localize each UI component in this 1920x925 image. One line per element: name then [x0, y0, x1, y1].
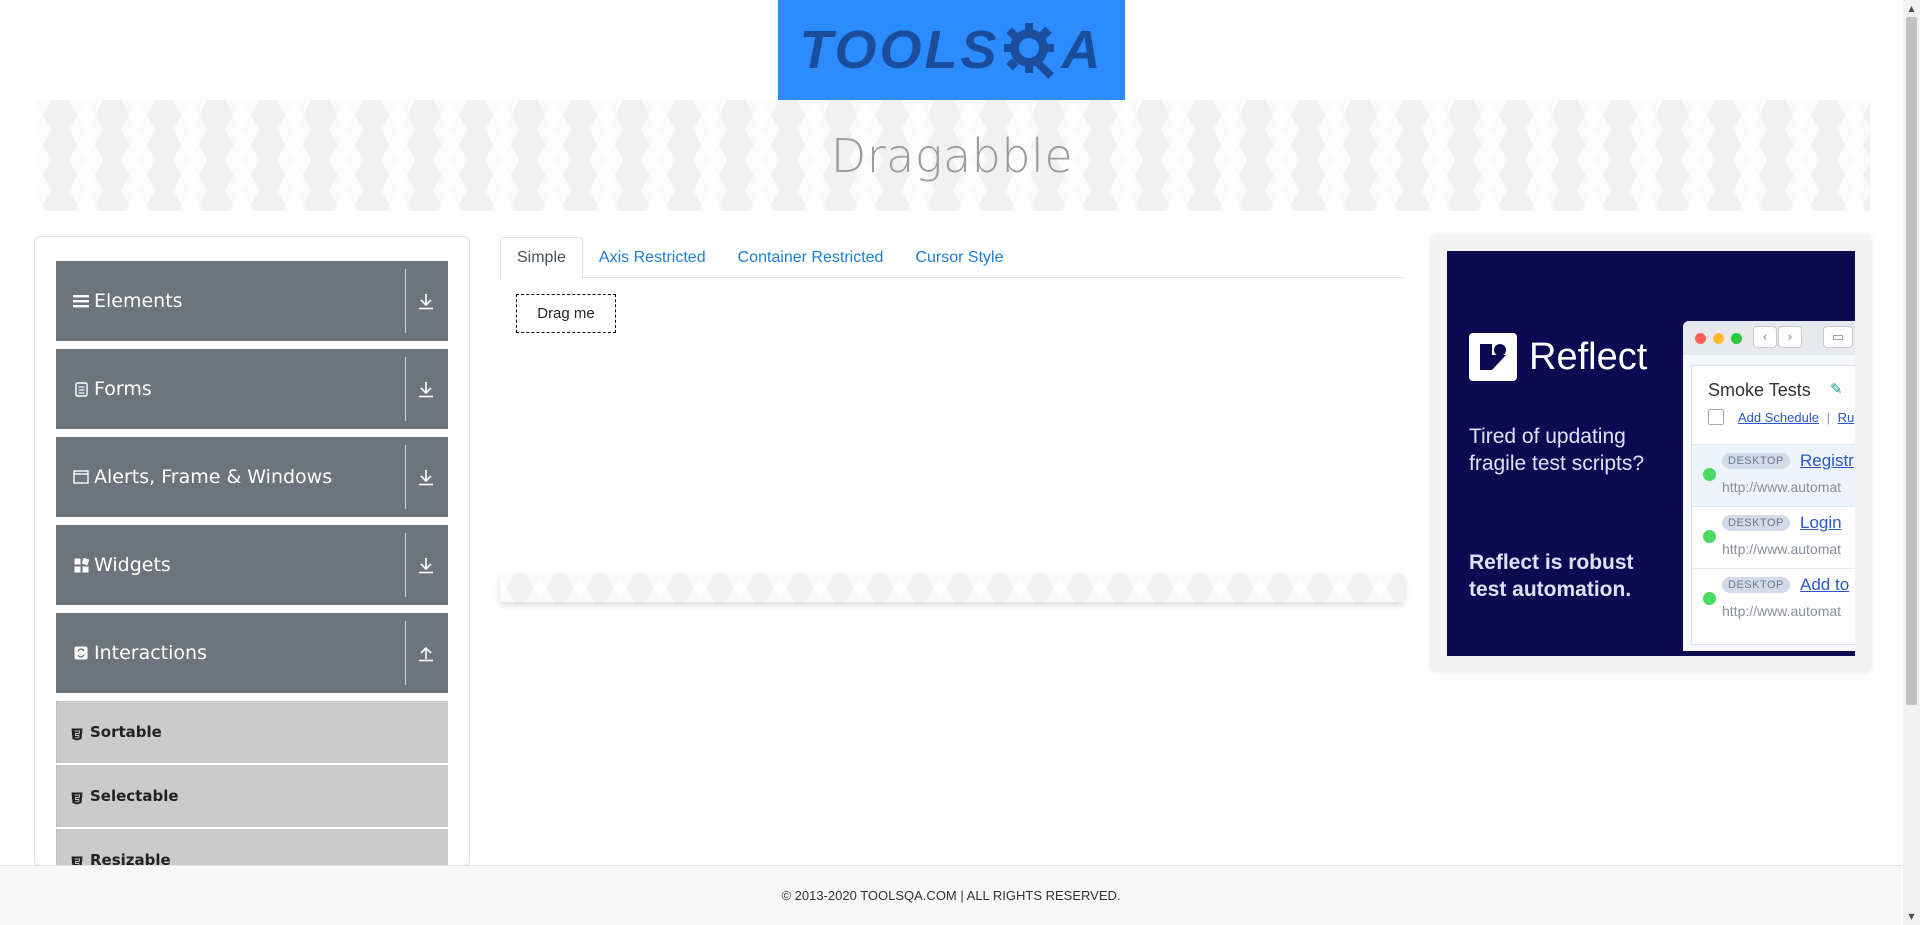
sidebar-item-label: Selectable — [90, 787, 179, 805]
tab-cursor-style[interactable]: Cursor Style — [899, 237, 1019, 278]
form-icon — [72, 380, 90, 398]
test-url: http://www.automat — [1722, 541, 1842, 557]
ad-mock-window: ‹ › ▭ Smoke Tests ✎ Add Schedule | Ru DE… — [1683, 321, 1855, 651]
sidebar-item-label: Resizable — [90, 851, 171, 866]
back-icon: ‹ — [1753, 326, 1777, 348]
mock-window-title: Smoke Tests — [1708, 380, 1811, 400]
mock-window-body: Smoke Tests ✎ Add Schedule | Ru DESKTOP … — [1691, 365, 1855, 645]
sidebar-toggle-icon: ▭ — [1823, 326, 1853, 348]
ad-brand: Reflect — [1469, 333, 1647, 381]
status-dot-icon — [1703, 530, 1716, 543]
vertical-scrollbar[interactable]: ▲ ▼ — [1903, 0, 1920, 925]
platform-tag: DESKTOP — [1722, 453, 1790, 469]
minimize-dot-icon — [1713, 333, 1724, 344]
run-link: Ru — [1837, 410, 1855, 425]
widgets-icon — [72, 556, 90, 574]
test-link: Registr — [1800, 451, 1854, 470]
sidebar-item-resizable[interactable]: Resizable — [56, 829, 448, 866]
menu-icon — [72, 292, 90, 310]
pattern-strip — [500, 574, 1404, 602]
page-title: Dragabble — [830, 128, 1074, 183]
test-link: Add to — [1800, 575, 1850, 594]
divider — [405, 357, 406, 421]
logo-text-left: TOOLS — [799, 20, 1000, 80]
sidebar-item-sortable[interactable]: Sortable — [56, 701, 448, 763]
reflect-ad-banner[interactable]: Reflect Tired of updating fragile test s… — [1447, 251, 1855, 656]
ad-brand-name: Reflect — [1529, 335, 1648, 378]
sidebar-group-alerts[interactable]: Alerts, Frame & Windows — [56, 437, 448, 517]
sidebar-group-label: Interactions — [94, 642, 207, 664]
divider — [405, 445, 406, 509]
download-arrow-icon[interactable] — [414, 376, 438, 402]
sidebar-group-label: Forms — [94, 378, 152, 400]
tab-simple[interactable]: Simple — [500, 237, 583, 279]
calendar-icon — [1708, 409, 1724, 425]
divider — [405, 269, 406, 333]
link-separator: | — [1826, 410, 1830, 425]
sidebar-group-label: Alerts, Frame & Windows — [94, 466, 333, 488]
download-arrow-icon[interactable] — [414, 288, 438, 314]
scroll-up-arrow-icon[interactable]: ▲ — [1903, 0, 1920, 17]
tab-axis-restricted[interactable]: Axis Restricted — [583, 237, 722, 278]
forward-icon: › — [1778, 326, 1802, 348]
mock-test-row: DESKTOP Login http://www.automat — [1692, 506, 1855, 568]
toolsqa-logo[interactable]: TOOLS A — [778, 0, 1125, 100]
scroll-down-arrow-icon[interactable]: ▼ — [1903, 908, 1920, 925]
sidebar-item-label: Sortable — [90, 723, 162, 741]
test-link: Login — [1800, 513, 1842, 532]
html5-icon — [71, 790, 83, 804]
page-banner: Dragabble — [34, 100, 1870, 211]
tab-container-restricted[interactable]: Container Restricted — [722, 237, 900, 278]
tab-bar: Simple Axis Restricted Container Restric… — [500, 237, 1404, 279]
divider — [405, 533, 406, 597]
platform-tag: DESKTOP — [1722, 515, 1790, 531]
window-icon — [72, 468, 90, 486]
sidebar-group-label: Elements — [94, 290, 183, 312]
divider — [405, 621, 406, 685]
logo-text-right: A — [1061, 20, 1104, 80]
copyright-text: © 2013-2020 TOOLSQA.COM | ALL RIGHTS RES… — [781, 888, 1121, 903]
sidebar-group-elements[interactable]: Elements — [56, 261, 448, 341]
pencil-icon: ✎ — [1830, 380, 1843, 398]
sidebar-group-forms[interactable]: Forms — [56, 349, 448, 429]
logo-wordmark: TOOLS A — [799, 19, 1103, 81]
mock-test-row: DESKTOP Registr http://www.automat — [1692, 444, 1855, 506]
footer: © 2013-2020 TOOLSQA.COM | ALL RIGHTS RES… — [0, 865, 1902, 925]
draggable-box[interactable]: Drag me — [516, 294, 616, 333]
ad-copy-pitch: Reflect is robust test automation. — [1469, 551, 1634, 601]
mock-test-row: DESKTOP Add to http://www.automat — [1692, 568, 1855, 630]
ad-container: Reflect Tired of updating fragile test s… — [1432, 236, 1870, 671]
interactions-icon — [72, 644, 90, 662]
html5-icon — [71, 726, 83, 740]
add-schedule-link: Add Schedule — [1738, 410, 1819, 425]
mock-window-links: Add Schedule | Ru — [1738, 410, 1854, 425]
scrollbar-thumb[interactable] — [1906, 17, 1917, 705]
download-arrow-icon[interactable] — [414, 552, 438, 578]
reflect-logo-icon — [1469, 333, 1517, 381]
sidebar-group-interactions[interactable]: Interactions — [56, 613, 448, 693]
upload-arrow-icon[interactable] — [414, 640, 438, 666]
ad-copy-question: Tired of updating fragile test scripts? — [1469, 425, 1645, 475]
sidebar-item-selectable[interactable]: Selectable — [56, 765, 448, 827]
mock-window-titlebar: ‹ › ▭ — [1683, 321, 1855, 355]
status-dot-icon — [1703, 592, 1716, 605]
maximize-dot-icon — [1731, 333, 1742, 344]
sidebar-group-widgets[interactable]: Widgets — [56, 525, 448, 605]
sidebar-group-label: Widgets — [94, 554, 171, 576]
sidebar: Elements Forms Alerts, Frame & Windows W… — [34, 236, 470, 866]
test-url: http://www.automat — [1722, 479, 1842, 495]
status-dot-icon — [1703, 468, 1716, 481]
platform-tag: DESKTOP — [1722, 577, 1790, 593]
gear-magnifier-icon — [1002, 21, 1060, 79]
download-arrow-icon[interactable] — [414, 464, 438, 490]
test-url: http://www.automat — [1722, 603, 1842, 619]
close-dot-icon — [1695, 333, 1706, 344]
